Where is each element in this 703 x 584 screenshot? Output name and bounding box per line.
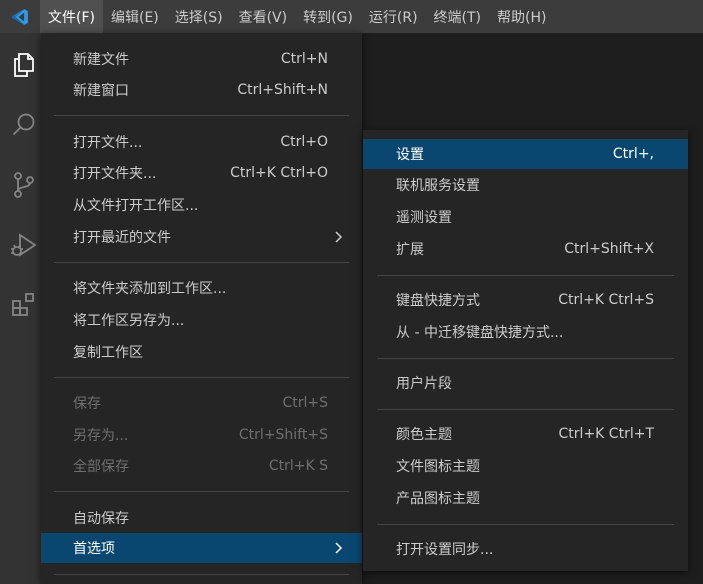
- file-menu: 新建文件 Ctrl+N 新建窗口 Ctrl+Shift+N 打开文件... Ct…: [41, 33, 362, 584]
- menubar: 文件(F) 编辑(E) 选择(S) 查看(V) 转到(G) 运行(R) 终端(T…: [0, 0, 703, 33]
- chevron-right-icon: [335, 542, 343, 554]
- menu-item-user-snippets[interactable]: 用户片段: [363, 368, 688, 398]
- menu-item-label: 设置: [396, 147, 424, 163]
- menu-separator: [377, 524, 674, 525]
- menu-item-open-file[interactable]: 打开文件... Ctrl+O: [41, 127, 362, 157]
- menu-item-label: 遥测设置: [396, 210, 452, 226]
- menu-run[interactable]: 运行(R): [361, 0, 426, 33]
- menu-separator: [377, 275, 674, 276]
- keybinding: Ctrl+Shift+N: [237, 82, 328, 98]
- menu-item-label: 用户片段: [396, 376, 452, 392]
- menubar-items: 文件(F) 编辑(E) 选择(S) 查看(V) 转到(G) 运行(R) 终端(T…: [40, 0, 554, 33]
- menu-item-color-theme[interactable]: 颜色主题 Ctrl+K Ctrl+T: [363, 419, 688, 449]
- menu-item-label: 打开设置同步...: [396, 542, 494, 558]
- menu-item-save-workspace-as[interactable]: 将工作区另存为...: [41, 305, 362, 335]
- menu-item-label: 将文件夹添加到工作区...: [73, 281, 227, 297]
- menu-item-online-services[interactable]: 联机服务设置: [363, 170, 688, 200]
- menu-item-save-all: 全部保存 Ctrl+K S: [41, 451, 362, 481]
- menu-view[interactable]: 查看(V): [231, 0, 296, 33]
- menu-terminal[interactable]: 终端(T): [426, 0, 489, 33]
- menu-item-label: 颜色主题: [396, 427, 452, 443]
- vscode-window: 文件(F) 编辑(E) 选择(S) 查看(V) 转到(G) 运行(R) 终端(T…: [0, 0, 703, 584]
- keybinding: Ctrl+K Ctrl+S: [558, 292, 654, 308]
- menu-item-label: 全部保存: [73, 459, 129, 475]
- menu-item-label: 新建窗口: [73, 83, 129, 99]
- menu-item-label: 打开文件夹...: [73, 166, 157, 182]
- menu-item-label: 联机服务设置: [396, 178, 480, 194]
- menu-item-telemetry[interactable]: 遥测设置: [363, 202, 688, 232]
- menu-item-label: 新建文件: [73, 52, 129, 68]
- preferences-submenu: 设置 Ctrl+, 联机服务设置 遥测设置 扩展 Ctrl+Shift+X 键盘…: [363, 130, 688, 571]
- menu-item-duplicate-workspace[interactable]: 复制工作区: [41, 337, 362, 367]
- keybinding: Ctrl+K S: [268, 458, 328, 474]
- menu-item-new-window[interactable]: 新建窗口 Ctrl+Shift+N: [41, 75, 362, 105]
- menu-item-auto-save[interactable]: 自动保存: [41, 503, 362, 533]
- menu-item-label: 从文件打开工作区...: [73, 198, 199, 214]
- menu-item-settings[interactable]: 设置 Ctrl+,: [363, 139, 688, 169]
- keybinding: Ctrl+,: [612, 146, 654, 162]
- menu-item-label: 另存为...: [73, 428, 129, 444]
- menu-item-extensions[interactable]: 扩展 Ctrl+Shift+X: [363, 234, 688, 264]
- menu-item-label: 自动保存: [73, 511, 129, 527]
- menu-item-label: 文件图标主题: [396, 459, 480, 475]
- menu-item-label: 复制工作区: [73, 345, 143, 361]
- chevron-right-icon: [335, 231, 343, 243]
- menu-item-save: 保存 Ctrl+S: [41, 388, 362, 418]
- menu-item-open-recent[interactable]: 打开最近的文件: [41, 222, 362, 252]
- keybinding: Ctrl+S: [282, 395, 328, 411]
- menu-item-label: 扩展: [396, 242, 424, 258]
- menu-item-product-icon-theme[interactable]: 产品图标主题: [363, 483, 688, 513]
- menu-item-open-workspace[interactable]: 从文件打开工作区...: [41, 190, 362, 220]
- vscode-logo-icon[interactable]: [0, 0, 40, 33]
- keybinding: Ctrl+K Ctrl+O: [230, 165, 328, 181]
- menu-item-keyboard-shortcuts[interactable]: 键盘快捷方式 Ctrl+K Ctrl+S: [363, 285, 688, 315]
- menu-item-new-file[interactable]: 新建文件 Ctrl+N: [41, 44, 362, 74]
- menu-separator: [54, 115, 349, 116]
- menu-item-open-folder[interactable]: 打开文件夹... Ctrl+K Ctrl+O: [41, 158, 362, 188]
- menu-help[interactable]: 帮助(H): [489, 0, 554, 33]
- menu-item-label: 保存: [73, 396, 101, 412]
- keybinding: Ctrl+O: [280, 134, 328, 150]
- menu-item-preferences[interactable]: 首选项: [41, 533, 362, 563]
- keybinding: Ctrl+Shift+X: [564, 241, 654, 257]
- menu-item-label: 打开文件...: [73, 135, 143, 151]
- keybinding: Ctrl+K Ctrl+T: [558, 426, 654, 442]
- menu-item-label: 从 - 中迁移键盘快捷方式...: [396, 325, 564, 341]
- menu-item-label: 打开最近的文件: [73, 230, 171, 246]
- menu-item-label: 首选项: [73, 541, 115, 557]
- menu-item-label: 产品图标主题: [396, 491, 480, 507]
- menu-item-file-icon-theme[interactable]: 文件图标主题: [363, 451, 688, 481]
- menu-item-label: 键盘快捷方式: [396, 293, 480, 309]
- menu-item-save-as: 另存为... Ctrl+Shift+S: [41, 420, 362, 450]
- menu-separator: [54, 262, 349, 263]
- menu-separator: [54, 574, 349, 575]
- menu-file[interactable]: 文件(F): [40, 0, 103, 33]
- menu-separator: [54, 491, 349, 492]
- keybinding: Ctrl+Shift+S: [238, 427, 328, 443]
- menu-item-turn-on-sync[interactable]: 打开设置同步...: [363, 534, 688, 564]
- menu-item-add-folder[interactable]: 将文件夹添加到工作区...: [41, 273, 362, 303]
- menu-separator: [377, 358, 674, 359]
- menu-separator: [377, 409, 674, 410]
- menu-go[interactable]: 转到(G): [295, 0, 361, 33]
- keybinding: Ctrl+N: [280, 51, 328, 67]
- menu-edit[interactable]: 编辑(E): [103, 0, 167, 33]
- menu-item-label: 将工作区另存为...: [73, 313, 185, 329]
- menu-separator: [54, 377, 349, 378]
- menu-item-migrate-keymaps[interactable]: 从 - 中迁移键盘快捷方式...: [363, 317, 688, 347]
- menu-selection[interactable]: 选择(S): [167, 0, 231, 33]
